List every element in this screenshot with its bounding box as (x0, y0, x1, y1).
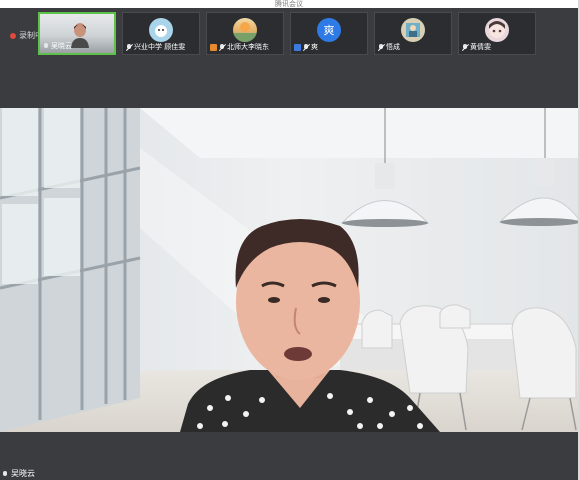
mic-muted-icon (126, 44, 132, 51)
main-speaker-label: 吴晓云 (2, 469, 35, 479)
participant-tile[interactable]: 吴晓云 (38, 12, 116, 55)
mic-icon (43, 43, 49, 50)
avatar (149, 18, 173, 42)
avatar (233, 18, 257, 42)
participant-name: 爽 (294, 43, 365, 52)
participant-name: 兴业中学 顾佳雯 (126, 43, 197, 52)
participant-name: 黄倩雯 (462, 43, 533, 52)
cartoon-avatar-icon (155, 25, 167, 37)
window-title: 腾讯会议 (0, 0, 578, 8)
mic-muted-icon (378, 44, 384, 51)
record-icon (10, 32, 16, 39)
main-video[interactable] (0, 108, 578, 432)
participant-name: 吴晓云 (43, 42, 112, 51)
participant-tile[interactable]: 兴业中学 顾佳雯 (122, 12, 200, 55)
participant-tile[interactable]: 黄倩雯 (458, 12, 536, 55)
host-icon (210, 44, 217, 51)
cohost-icon (294, 44, 301, 51)
bottom-bar: 吴晓云 (0, 432, 578, 480)
participant-name: 北师大李晓东 (210, 43, 281, 52)
participant-tile[interactable]: 北师大李晓东 (206, 12, 284, 55)
participant-name: 悟成 (378, 43, 449, 52)
mic-muted-icon (462, 44, 468, 51)
meeting-window: 腾讯会议 录制中 吴晓云 兴业中学 顾佳雯 北师大李晓东 爽 爽 悟成 黄倩雯 … (0, 0, 580, 480)
participant-tile[interactable]: 爽 爽 (290, 12, 368, 55)
landscape-avatar-icon (233, 22, 257, 42)
avatar (401, 18, 425, 42)
virtual-background-scene (0, 108, 578, 432)
main-speaker-name: 吴晓云 (11, 469, 35, 478)
mic-icon (2, 470, 8, 478)
participant-strip: 录制中 吴晓云 兴业中学 顾佳雯 北师大李晓东 爽 爽 悟成 黄倩雯 (0, 8, 578, 60)
photo-avatar-icon (406, 23, 420, 37)
mic-muted-icon (303, 44, 309, 51)
anime-avatar-icon (489, 21, 505, 38)
mic-muted-icon (219, 44, 225, 51)
avatar: 爽 (317, 18, 341, 42)
participant-tile[interactable]: 悟成 (374, 12, 452, 55)
avatar (485, 18, 509, 42)
